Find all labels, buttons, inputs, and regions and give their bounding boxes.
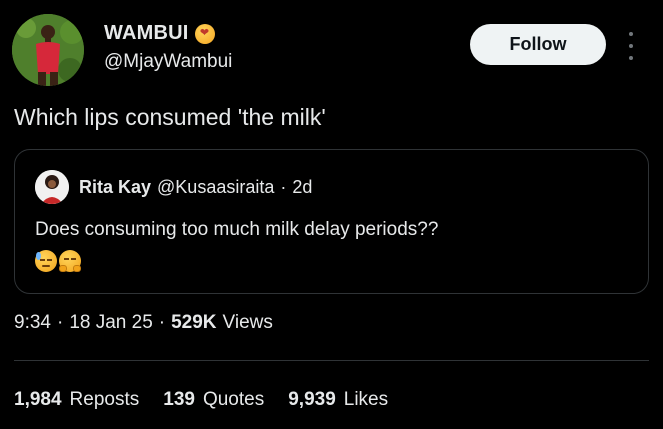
author-handle[interactable]: @MjayWambui [104,51,232,73]
likes-stat[interactable]: 9,939 Likes [288,389,388,411]
quoted-tweet-card[interactable]: Rita Kay @Kusaasiraita · 2d Does consumi… [14,149,649,294]
likes-count: 9,939 [288,389,336,410]
quoted-author-handle[interactable]: @Kusaasiraita [157,177,274,198]
more-options-icon[interactable] [626,32,636,60]
follow-button[interactable]: Follow [470,24,606,65]
divider [14,360,649,361]
reposts-stat[interactable]: 1,984 Reposts [14,389,139,411]
author-avatar[interactable] [12,14,84,86]
hugging-face-icon [59,250,81,272]
downcast-face-with-sweat-icon [35,250,57,272]
quoted-author-name[interactable]: Rita Kay [79,177,151,198]
engagement-stats: 1,984 Reposts 139 Quotes 9,939 Likes [14,389,412,411]
dot-separator: · [158,312,166,333]
quoted-tweet-text: Does consuming too much milk delay perio… [35,219,439,240]
quoted-tweet-header: Rita Kay @Kusaasiraita · 2d [79,177,312,198]
tweet-time[interactable]: 9:34 [14,312,51,334]
quotes-count: 139 [163,389,195,410]
quoted-author-avatar[interactable] [35,170,69,204]
quoted-tweet-time[interactable]: 2d [292,177,312,198]
quotes-stat[interactable]: 139 Quotes [163,389,264,411]
views-count: 529K [171,312,217,333]
quotes-label: Quotes [202,389,265,410]
dot-separator: · [280,177,287,197]
tweet-metadata: 9:34 · 18 Jan 25 · 529K Views [14,312,273,334]
views-label: Views [222,312,273,333]
tweet-page: WAMBUI ❤ @MjayWambui Follow Which lips c… [0,0,663,429]
likes-label: Likes [343,389,389,410]
author-display-name[interactable]: WAMBUI [104,22,189,45]
face-blowing-kiss-icon: ❤ [194,23,215,44]
tweet-text: Which lips consumed 'the milk' [14,104,326,130]
reposts-label: Reposts [69,389,140,410]
dot-separator: · [56,312,64,333]
quoted-tweet-emojis [35,250,81,272]
reposts-count: 1,984 [14,389,62,410]
author-info: WAMBUI ❤ @MjayWambui [104,22,232,73]
tweet-date[interactable]: 18 Jan 25 [69,312,152,334]
